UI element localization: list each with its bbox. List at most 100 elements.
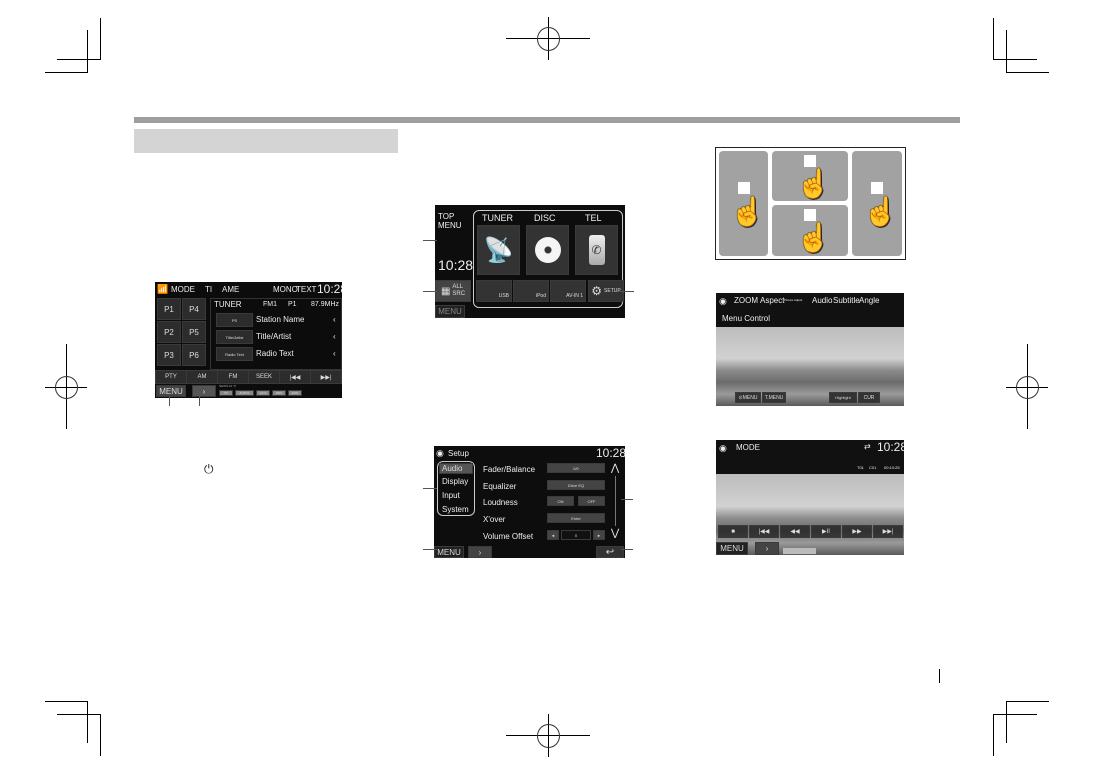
seek-button[interactable]: SEEK xyxy=(248,370,280,384)
expand-button[interactable]: › xyxy=(468,546,492,558)
station-info-panel: TUNER FM1 P1 87.9MHz PS Station Name ‹ T… xyxy=(210,298,342,370)
xover-enter-button[interactable]: Enter xyxy=(547,513,605,523)
expand-button[interactable]: › xyxy=(755,542,779,555)
preset-p5[interactable]: P5 xyxy=(182,321,206,343)
preset-p4[interactable]: P4 xyxy=(182,298,206,320)
am-button[interactable]: AM xyxy=(186,370,218,384)
cursor-button[interactable]: CUR xyxy=(858,392,880,403)
touch-zone-left[interactable]: ☝ xyxy=(719,151,768,256)
scroll-left-icon[interactable]: ‹ xyxy=(333,332,336,341)
phone-icon: ✆ xyxy=(588,235,605,265)
scroll-left-icon[interactable]: ‹ xyxy=(333,349,336,358)
menu-button[interactable]: MENU xyxy=(156,385,186,397)
setup-button[interactable]: ⚙ SETUP xyxy=(588,280,624,302)
top-menu-button[interactable]: T.MENU xyxy=(762,392,786,403)
previous-button[interactable]: |◀◀ xyxy=(279,370,311,384)
radio-text: Radio Text xyxy=(256,349,294,358)
ti-button[interactable]: TI xyxy=(205,285,212,294)
callout-line xyxy=(621,549,633,550)
tab-zoom[interactable]: ZOOM xyxy=(734,296,758,305)
loudness-label: Loudness xyxy=(483,498,518,507)
back-button[interactable]: ↩ xyxy=(596,546,624,558)
av-in-source-button[interactable]: AV-IN 1 xyxy=(550,280,586,302)
fast-forward-button[interactable]: ▶▶ xyxy=(842,525,872,538)
usb-source-button[interactable]: USB xyxy=(476,280,512,302)
tab-audio[interactable]: Audio xyxy=(812,296,832,305)
menu-control-label: Menu Control xyxy=(722,314,771,323)
tab-subtitle[interactable]: Subtitle xyxy=(833,296,860,305)
all-src-button[interactable]: ▦ ALL SRC xyxy=(435,280,471,302)
indicator-auto1: AUTO1 xyxy=(235,390,254,396)
fm-button[interactable]: FM xyxy=(217,370,249,384)
pty-button[interactable]: PTY xyxy=(155,370,187,384)
category-input[interactable]: Input xyxy=(442,491,460,500)
setup-title: Setup xyxy=(448,449,469,458)
loudness-off-button[interactable]: OFF xyxy=(578,496,605,506)
previous-button[interactable]: |◀◀ xyxy=(749,525,779,538)
expand-button[interactable]: › xyxy=(192,385,216,397)
category-system[interactable]: System xyxy=(442,505,469,514)
top-menu-title-1: TOP xyxy=(438,212,455,221)
tuner-label: TUNER xyxy=(482,213,513,223)
category-display[interactable]: Display xyxy=(442,477,468,486)
ps-tag[interactable]: PS xyxy=(216,313,253,327)
menu-button[interactable]: MENU xyxy=(716,542,748,555)
volume-offset-decrease[interactable]: ◄ xyxy=(547,530,559,540)
loudness-on-button[interactable]: ON xyxy=(547,496,574,506)
callout-line xyxy=(620,291,634,292)
menu-button[interactable]: MENU xyxy=(434,546,464,558)
preset-p3[interactable]: P3 xyxy=(157,344,181,366)
touch-zone-top-center[interactable]: ☝ xyxy=(772,151,848,201)
station-name: Station Name xyxy=(256,315,305,324)
mono-button[interactable]: MONO xyxy=(273,285,298,294)
play-pause-button[interactable]: ▶II xyxy=(811,525,841,538)
tab-aspect[interactable]: Aspect xyxy=(760,296,784,305)
dvd-menu-button[interactable]: ⊙MENU xyxy=(735,392,761,403)
playback-indicator-bar xyxy=(783,548,816,554)
next-button[interactable]: ▶▶| xyxy=(310,370,342,384)
touch-zone-right[interactable]: ☝ xyxy=(852,151,902,256)
tab-picture-adjust[interactable]: Picture Adjust xyxy=(784,298,802,302)
mode-button[interactable]: MODE xyxy=(736,443,760,452)
ipod-source-button[interactable]: iPod xyxy=(513,280,549,302)
fader-balance-button[interactable]: 0/0 xyxy=(547,463,605,473)
scroll-up-button[interactable]: ⋀ xyxy=(611,463,619,474)
scrollbar[interactable] xyxy=(615,476,616,526)
highlight-button[interactable]: Highlight xyxy=(829,392,857,403)
scroll-left-icon[interactable]: ‹ xyxy=(333,315,336,324)
frequency-label: 87.9MHz xyxy=(311,301,340,308)
band-label: FM1 xyxy=(263,301,277,308)
next-button[interactable]: ▶▶| xyxy=(873,525,903,538)
preset-p2[interactable]: P2 xyxy=(157,321,181,343)
volume-offset-increase[interactable]: ► xyxy=(593,530,605,540)
mode-button[interactable]: MODE xyxy=(171,285,195,294)
ame-button[interactable]: AME xyxy=(222,285,239,294)
disc-icon: ◉ xyxy=(719,296,727,306)
disc-icon xyxy=(534,237,561,263)
tuner-source-button[interactable]: 📡 xyxy=(477,225,520,275)
equalizer-label: Equalizer xyxy=(483,482,517,491)
rewind-button[interactable]: ◀◀ xyxy=(780,525,810,538)
scroll-down-button[interactable]: ⋁ xyxy=(611,528,619,539)
stop-button[interactable]: ■ xyxy=(718,525,748,538)
tab-angle[interactable]: Angle xyxy=(859,296,879,305)
zone-marker xyxy=(804,209,816,221)
indicator-eon: EON xyxy=(288,390,302,396)
callout-line xyxy=(621,499,633,500)
preset-p6[interactable]: P6 xyxy=(182,344,206,366)
text-button[interactable]: TEXT xyxy=(296,285,316,294)
title-artist-tag[interactable]: Title/Artist xyxy=(216,330,253,344)
radio-text-tag[interactable]: Radio Text xyxy=(216,347,253,361)
touch-zone-bottom-center[interactable]: ☝ xyxy=(772,205,848,256)
tel-source-button[interactable]: ✆ xyxy=(575,225,618,275)
hand-pointer-icon: ☝ xyxy=(796,222,831,253)
category-audio[interactable]: Audio xyxy=(439,463,473,474)
dvd-playback-screen: ◉ MODE ⇄ 10:28 T01 C01 00:10:25 ■ |◀◀ ◀◀… xyxy=(716,440,904,555)
disc-source-button[interactable] xyxy=(526,225,569,275)
equalizer-button[interactable]: Drive EQ xyxy=(547,480,605,490)
clock: 10:28 xyxy=(317,282,342,296)
preset-p1[interactable]: P1 xyxy=(157,298,181,320)
repeat-icon[interactable]: ⇄ xyxy=(864,442,871,451)
header-rule xyxy=(134,117,960,123)
menu-button[interactable]: MENU xyxy=(435,305,465,318)
